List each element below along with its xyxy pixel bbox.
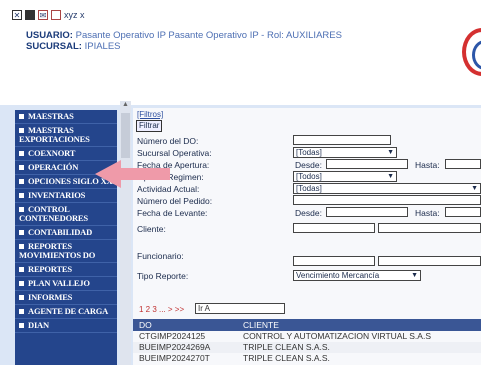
row-do: BUEIMP2024269A — [139, 342, 211, 352]
users-icon[interactable] — [25, 10, 35, 20]
report-type-label: Tipo Reporte: — [137, 271, 189, 281]
order-number-label: Número del Pedido: — [137, 196, 213, 206]
sidebar-item-maestras[interactable]: MAESTRAS — [15, 110, 117, 124]
release-date-label: Fecha de Levante: — [137, 208, 208, 218]
column-client[interactable]: CLIENTE — [243, 319, 279, 331]
sidebar-item-dian[interactable]: DIAN — [15, 319, 117, 333]
filters-link[interactable]: [Filtros] — [137, 110, 163, 119]
pagination[interactable]: 1 2 3 ... > >> Ir A — [139, 303, 285, 314]
sidebar-item-contabilidad[interactable]: CONTABILIDAD — [15, 226, 117, 240]
sidebar-item-agente-carga[interactable]: AGENTE DE CARGA — [15, 305, 117, 319]
do-number-label: Número del DO: — [137, 136, 199, 146]
to-label-2: Hasta: — [415, 208, 440, 218]
activity-select[interactable]: [Todas] ▼ — [293, 183, 481, 194]
from-label-2: Desde: — [295, 208, 322, 218]
filter-button[interactable]: Filtrar — [136, 120, 163, 132]
close-icon[interactable]: ✕ — [12, 10, 22, 20]
regime-select[interactable]: [Todos] ▼ — [293, 171, 397, 182]
to-label: Hasta: — [415, 160, 440, 170]
toolbar-extra: xyz x — [64, 10, 85, 20]
sidebar: MAESTRAS MAESTRAS EXPORTACIONES COEXNORT… — [15, 110, 117, 365]
mail-icon[interactable]: ✉ — [38, 10, 48, 20]
main-panel: [Filtros] Filtrar Número del DO: Sucursa… — [133, 108, 481, 365]
user-info: USUARIO: Pasante Operativo IP Pasante Op… — [26, 30, 342, 52]
table-row[interactable]: BUEIMP2024270T TRIPLE CLEAN S.A.S. — [133, 353, 481, 364]
table-header: DO CLIENTE — [133, 319, 481, 331]
officer-label: Funcionario: — [137, 251, 184, 261]
row-client: TRIPLE CLEAN S.A.S. — [243, 342, 330, 352]
top-bar: ✕ ✉ xyz x USUARIO: Pasante Operativo IP … — [0, 0, 481, 105]
scrollbar[interactable]: ▲ — [120, 101, 131, 365]
table-row[interactable]: CTGIMP2024125 CONTROL Y AUTOMATIZACION V… — [133, 331, 481, 342]
release-date-to-input[interactable] — [445, 207, 481, 217]
client-code-input[interactable] — [293, 223, 375, 233]
sidebar-item-informes[interactable]: INFORMES — [15, 291, 117, 305]
sidebar-item-reportes-movimientos[interactable]: REPORTES MOVIMIENTOS DO — [15, 240, 117, 263]
sidebar-item-inventarios[interactable]: INVENTARIOS — [15, 189, 117, 203]
branch-filter-label: Sucursal Operativa: — [137, 148, 212, 158]
branch-value: IPIALES — [84, 41, 121, 52]
sidebar-item-coexnort[interactable]: COEXNORT — [15, 147, 117, 161]
row-do: BUEIMP2024270T — [139, 353, 210, 363]
scroll-up-icon[interactable]: ▲ — [120, 101, 131, 111]
table-row[interactable]: BUEIMP2024269A TRIPLE CLEAN S.A.S. — [133, 342, 481, 353]
go-to-page-input[interactable]: Ir A — [195, 303, 285, 314]
row-client: TRIPLE CLEAN S.A.S. — [243, 353, 330, 363]
activity-label: Actividad Actual: — [137, 184, 200, 194]
sidebar-item-maestras-exportaciones[interactable]: MAESTRAS EXPORTACIONES — [15, 124, 117, 147]
release-date-from-input[interactable] — [326, 207, 408, 217]
order-number-input[interactable] — [293, 195, 481, 205]
branch-select[interactable]: [Todas] ▼ — [293, 147, 397, 158]
chat-icon[interactable] — [51, 10, 61, 20]
client-name-input[interactable] — [378, 223, 481, 233]
scroll-thumb[interactable] — [121, 113, 130, 158]
user-label: USUARIO: — [26, 30, 73, 41]
toolbar-icons: ✕ ✉ xyz x — [12, 10, 85, 20]
officer-name-input[interactable] — [378, 256, 481, 266]
row-client: CONTROL Y AUTOMATIZACION VIRTUAL S.A.S — [243, 331, 431, 341]
row-do: CTGIMP2024125 — [139, 331, 206, 341]
user-value: Pasante Operativo IP Pasante Operativo I… — [75, 30, 342, 41]
do-number-input[interactable] — [293, 135, 391, 145]
page-links[interactable]: 1 2 3 ... > >> — [139, 305, 184, 314]
highlight-arrow-shaft — [120, 168, 170, 180]
officer-code-input[interactable] — [293, 256, 375, 266]
column-do[interactable]: DO — [139, 319, 152, 331]
sidebar-item-reportes[interactable]: REPORTES — [15, 263, 117, 277]
from-label: Desde: — [295, 160, 322, 170]
company-logo — [462, 28, 481, 76]
report-type-select[interactable]: Vencimiento Mercancía ▼ — [293, 270, 421, 281]
sidebar-item-plan-vallejo[interactable]: PLAN VALLEJO — [15, 277, 117, 291]
sidebar-item-control-contenedores[interactable]: CONTROL CONTENEDORES — [15, 203, 117, 226]
opening-date-from-input[interactable] — [326, 159, 408, 169]
branch-label: SUCURSAL: — [26, 41, 82, 52]
opening-date-to-input[interactable] — [445, 159, 481, 169]
highlight-arrow-icon — [95, 160, 121, 188]
client-label: Cliente: — [137, 224, 166, 234]
